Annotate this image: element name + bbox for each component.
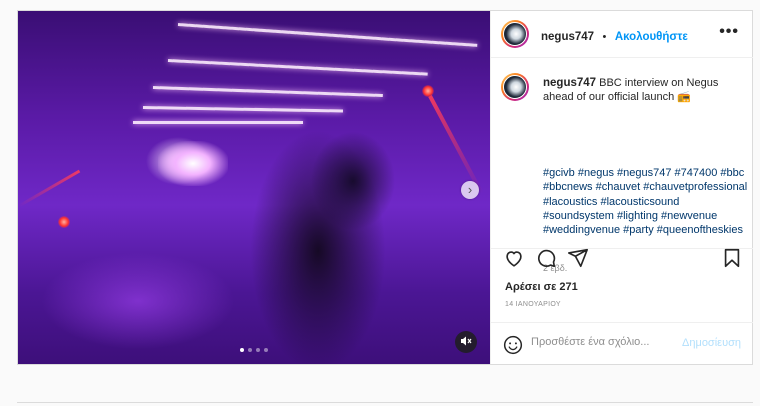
more-icon: •••: [719, 23, 739, 40]
caption-username-link[interactable]: negus747: [543, 77, 596, 89]
comment-bar: Δημοσίευση: [491, 322, 753, 365]
comment-input[interactable]: [531, 336, 681, 348]
action-bar: [503, 247, 743, 271]
emoji-icon[interactable]: [503, 335, 523, 355]
stage-red-light: [422, 85, 434, 97]
ceiling-light: [133, 121, 303, 124]
heart-icon[interactable]: [503, 247, 525, 269]
carousel-next-button[interactable]: ›: [461, 181, 479, 199]
separator-dot: •: [602, 31, 607, 43]
speaker-muted-icon: [461, 336, 472, 346]
chevron-right-icon: ›: [467, 182, 473, 197]
comment-icon[interactable]: [535, 247, 557, 269]
post-comment-button[interactable]: Δημοσίευση: [682, 337, 741, 349]
bookmark-icon[interactable]: [721, 247, 743, 269]
ceiling-light: [142, 106, 343, 113]
section-divider: [17, 402, 753, 403]
carousel-dot: [240, 348, 244, 352]
ceiling-light: [152, 86, 383, 98]
header-user-line: negus747 • Ακολουθήστε: [541, 27, 688, 45]
post-header: negus747 • Ακολουθήστε •••: [491, 11, 753, 58]
ceiling-light: [167, 59, 428, 76]
red-light-beam: [18, 169, 81, 208]
red-light-beam: [428, 95, 484, 195]
avatar[interactable]: [501, 20, 529, 48]
carousel-dot: [256, 348, 260, 352]
username-link[interactable]: negus747: [541, 31, 594, 43]
mute-button[interactable]: [455, 331, 477, 353]
ceiling-light: [177, 23, 478, 47]
stage-red-light: [58, 216, 70, 228]
more-options-button[interactable]: •••: [719, 23, 739, 41]
send-icon[interactable]: [567, 247, 589, 269]
caption-section: negus747 BBC interview on Negus ahead of…: [491, 57, 753, 273]
carousel-dot: [248, 348, 252, 352]
caption-text: negus747 BBC interview on Negus ahead of…: [543, 76, 748, 104]
post-side-panel: negus747 • Ακολουθήστε ••• negus747 BBC …: [490, 11, 753, 364]
avatar[interactable]: [501, 73, 529, 101]
post-media-video[interactable]: ›: [18, 11, 490, 364]
post-date: 14 ΙΑΝΟΥΑΡΙΟΥ: [505, 301, 561, 308]
carousel-indicator: [240, 348, 268, 352]
carousel-dot: [264, 348, 268, 352]
stage-spotlight: [158, 141, 228, 186]
caption-hashtags[interactable]: #gcivb #negus #negus747 #747400 #bbc #bb…: [543, 166, 753, 237]
likes-count[interactable]: Αρέσει σε 271: [505, 281, 578, 293]
follow-button[interactable]: Ακολουθήστε: [615, 31, 688, 43]
post-card: › negus747 • Ακολουθήστε ••• negus747 BB…: [17, 10, 753, 365]
